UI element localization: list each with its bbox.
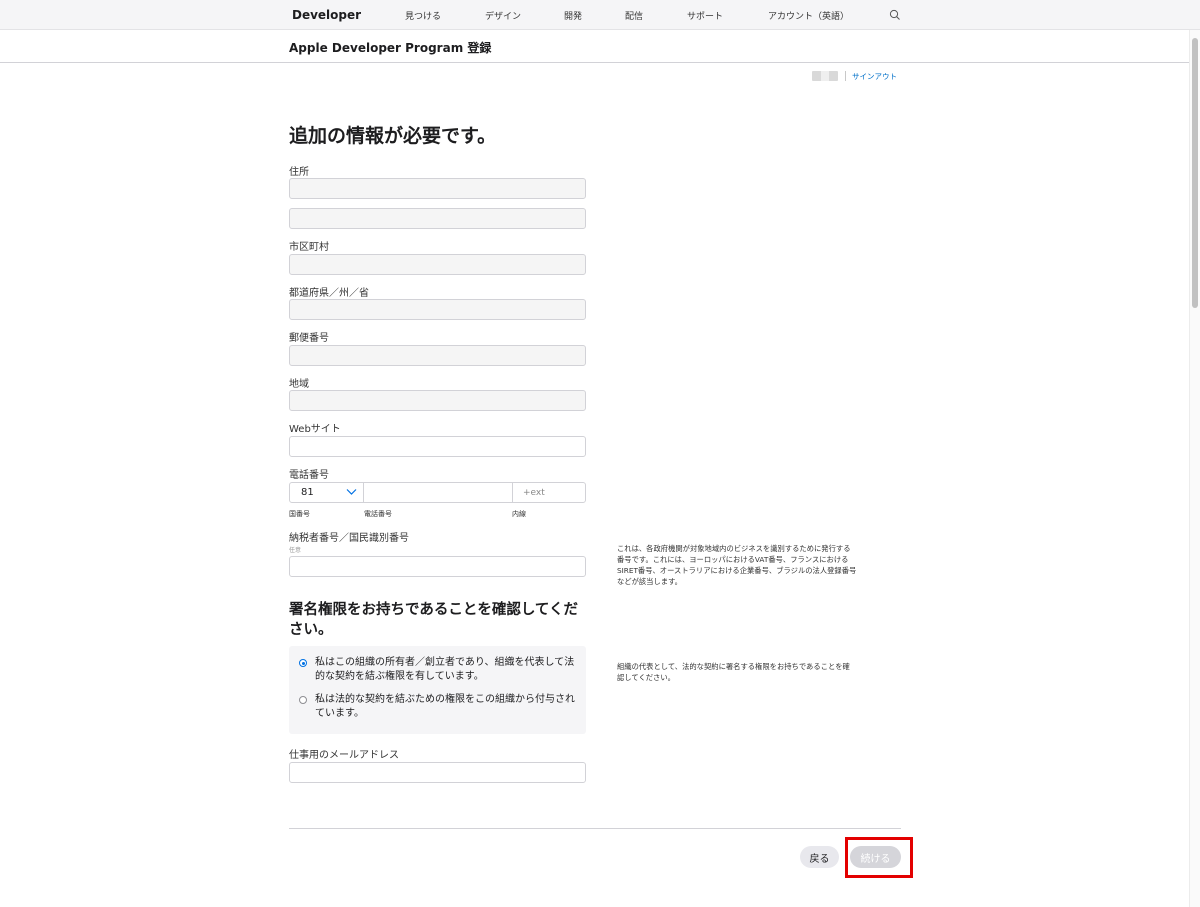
global-nav: Developer 見つける デザイン 開発 配信 サポート アカウント（英語） [0, 0, 1200, 30]
work-email-input[interactable] [289, 762, 586, 783]
website-input[interactable] [289, 436, 586, 457]
address-line1-input[interactable] [289, 178, 586, 199]
account-name-redacted [812, 71, 838, 81]
tax-id-label: 納税者番号／国民識別番号 [289, 533, 409, 544]
phone-label: 電話番号 [289, 470, 329, 481]
divider [845, 71, 846, 81]
address-line2-input[interactable] [289, 208, 586, 229]
state-label: 都道府県／州／省 [289, 288, 369, 299]
nav-item-account[interactable]: アカウント（英語） [768, 9, 849, 22]
signing-authority-help-text: 組織の代表として、法的な契約に署名する権限をお持ちであることを確認してください。 [617, 662, 850, 682]
authority-option-delegated-label: 私は法的な契約を結ぶための権限をこの組織から付与されています。 [315, 694, 575, 719]
authority-option-owner-label: 私はこの組織の所有者／創立者であり、組織を代表して法的な契約を結ぶ権限を有してい… [315, 657, 575, 682]
postal-code-input[interactable] [289, 345, 586, 366]
developer-logo[interactable]: Developer [289, 8, 361, 22]
phone-number-input[interactable] [364, 483, 512, 502]
chevron-down-icon [346, 489, 357, 495]
signout-link[interactable]: サインアウト [852, 71, 897, 82]
footer-divider [289, 828, 901, 829]
nav-item-support[interactable]: サポート [687, 9, 723, 22]
country-code-value: 81 [301, 487, 314, 498]
continue-button-highlight [845, 837, 913, 878]
phone-field-group: 81 [289, 482, 586, 503]
nav-item-develop[interactable]: 開発 [564, 9, 582, 22]
region-input[interactable] [289, 390, 586, 411]
website-label: Webサイト [289, 424, 341, 435]
extension-sublabel: 内線 [512, 510, 526, 518]
signing-authority-options: 私はこの組織の所有者／創立者であり、組織を代表して法的な契約を結ぶ権限を有してい… [289, 646, 586, 734]
sub-nav: Apple Developer Program 登録 [0, 30, 1200, 63]
country-code-select[interactable]: 81 [290, 483, 364, 502]
nav-item-design[interactable]: デザイン [485, 9, 521, 22]
tax-id-input[interactable] [289, 556, 586, 577]
work-email-label: 仕事用のメールアドレス [289, 750, 399, 761]
tax-id-help-text: これは、各政府機関が対象地域内のビジネスを識別するために発行する番号です。これに… [617, 544, 857, 586]
developer-logo-label: Developer [292, 8, 362, 22]
search-icon[interactable] [889, 9, 901, 21]
address-label: 住所 [289, 167, 309, 178]
signing-authority-title: 署名権限をお持ちであることを確認してください。 [289, 602, 578, 638]
scrollbar-thumb[interactable] [1192, 38, 1198, 308]
state-input[interactable] [289, 299, 586, 320]
page-title: 追加の情報が必要です。 [289, 125, 497, 147]
page-section-title[interactable]: Apple Developer Program 登録 [289, 39, 491, 56]
authority-option-owner[interactable]: 私はこの組織の所有者／創立者であり、組織を代表して法的な契約を結ぶ権限を有してい… [299, 656, 579, 684]
city-input[interactable] [289, 254, 586, 275]
city-label: 市区町村 [289, 242, 329, 253]
radio-button[interactable] [299, 696, 307, 704]
nav-item-discover[interactable]: 見つける [405, 9, 441, 22]
radio-button-selected[interactable] [299, 659, 307, 667]
optional-label: 任意 [289, 547, 302, 554]
region-label: 地域 [289, 379, 309, 390]
back-button[interactable]: 戻る [800, 846, 839, 868]
authority-option-delegated[interactable]: 私は法的な契約を結ぶための権限をこの組織から付与されています。 [299, 693, 579, 721]
phone-number-sublabel: 電話番号 [364, 510, 392, 518]
nav-item-distribute[interactable]: 配信 [625, 9, 643, 22]
country-code-sublabel: 国番号 [289, 510, 310, 518]
scrollbar[interactable] [1189, 30, 1200, 907]
phone-extension-input[interactable] [512, 483, 585, 502]
postal-code-label: 郵便番号 [289, 333, 329, 344]
